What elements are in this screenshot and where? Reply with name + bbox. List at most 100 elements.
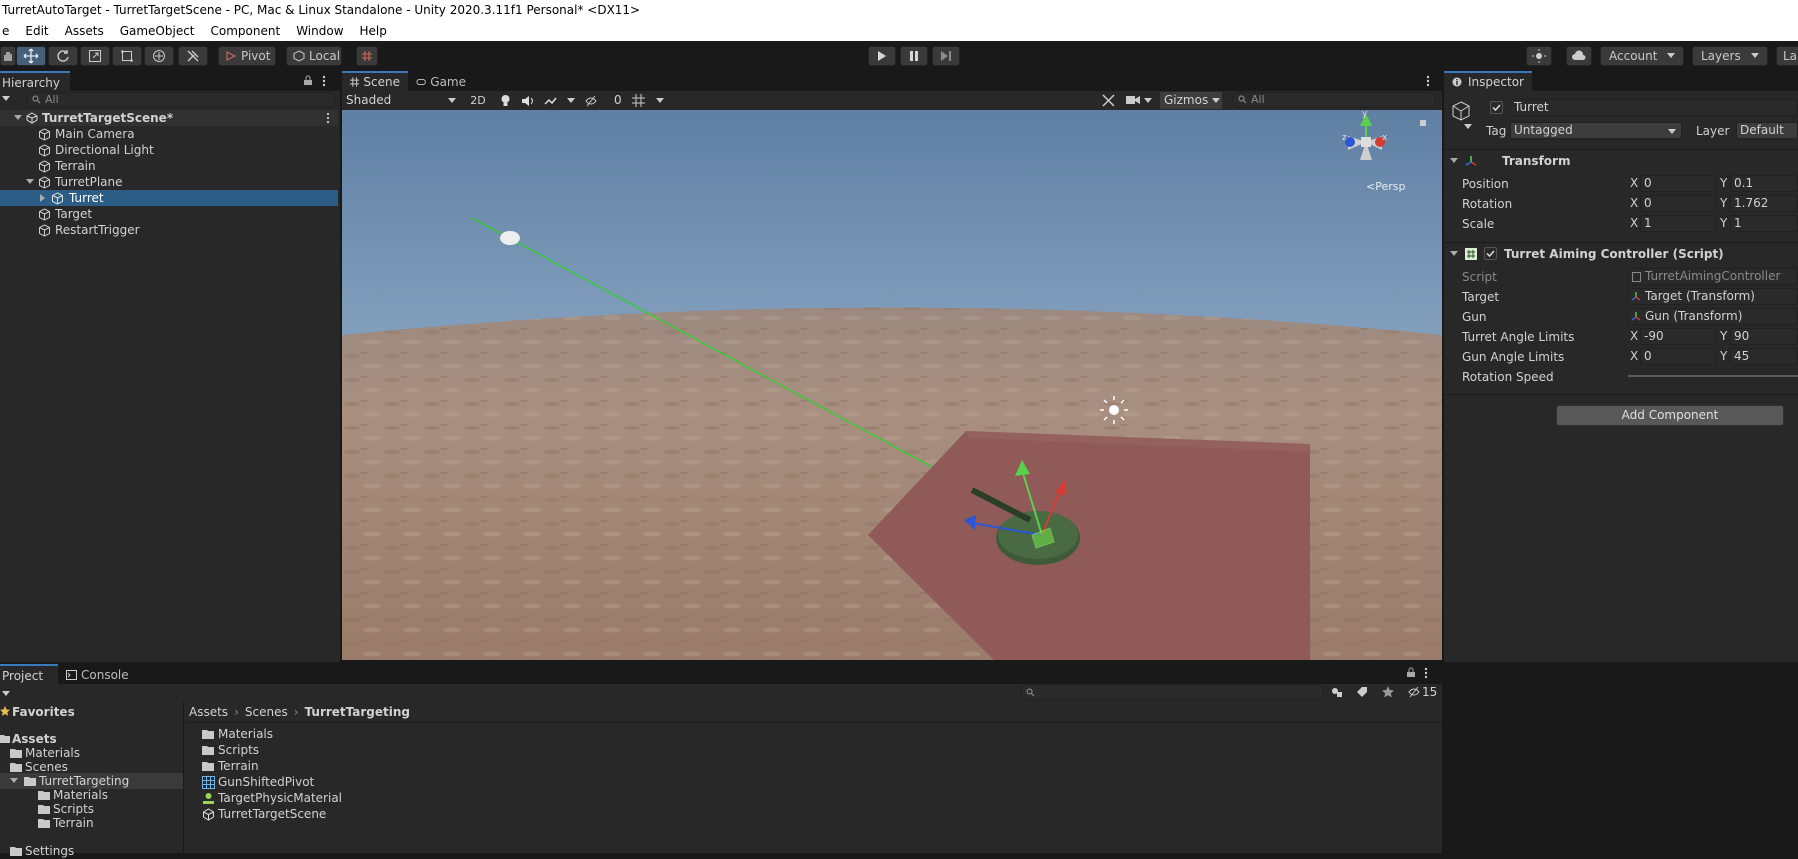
tools-icon[interactable] — [1102, 94, 1116, 107]
scene-search-input[interactable]: All — [1232, 92, 1436, 108]
effects-icon[interactable] — [544, 95, 557, 107]
scene-menu-icon[interactable] — [326, 112, 330, 124]
hidden-eye-icon[interactable] — [585, 95, 597, 107]
gun-limits-y-field[interactable]: 45 — [1730, 348, 1798, 365]
transform-header[interactable]: Transform — [1444, 149, 1798, 171]
grid-snap-button[interactable] — [356, 46, 378, 66]
script-enabled-checkbox[interactable] — [1484, 247, 1497, 260]
hierarchy-search-input[interactable]: All — [26, 92, 336, 108]
scale-y-field[interactable]: 1 — [1730, 215, 1798, 232]
gizmo-lock-icon[interactable] — [1420, 120, 1426, 126]
foldout-arrow-icon[interactable] — [1450, 158, 1458, 164]
step-button[interactable] — [932, 46, 960, 66]
hierarchy-item-terrain[interactable]: Terrain — [0, 158, 338, 174]
lighting-bulb-icon[interactable] — [500, 94, 511, 107]
foldout-arrow-icon[interactable] — [1450, 251, 1458, 257]
rotation-x-field[interactable]: 0 — [1640, 195, 1716, 212]
more-menu-icon[interactable] — [1424, 667, 1428, 679]
breadcrumb-assets[interactable]: Assets — [189, 705, 228, 719]
hand-tool-button[interactable] — [0, 46, 16, 66]
more-menu-icon[interactable] — [1426, 75, 1430, 87]
play-button[interactable] — [868, 46, 896, 66]
hierarchy-item-target[interactable]: Target — [0, 206, 338, 222]
camera-icon[interactable] — [1126, 95, 1140, 105]
lock-icon[interactable] — [303, 75, 313, 86]
turret-limits-y-field[interactable]: 90 — [1730, 328, 1798, 345]
audio-speaker-icon[interactable] — [521, 95, 534, 107]
custom-tool-button[interactable] — [178, 46, 208, 66]
rotation-speed-slider[interactable] — [1628, 375, 1798, 377]
hidden-packages-eye-icon[interactable] — [1408, 686, 1420, 698]
icon-dropdown-chevron-icon[interactable] — [1464, 124, 1472, 130]
chevron-down-icon[interactable] — [1212, 98, 1220, 104]
target-reference-field[interactable]: Target (Transform) — [1628, 288, 1798, 305]
collapsed-arrow-icon[interactable] — [40, 194, 46, 202]
local-toggle[interactable]: Local — [286, 46, 342, 66]
create-dropdown-icon[interactable] — [2, 691, 10, 697]
gun-limits-x-field[interactable]: 0 — [1640, 348, 1716, 365]
rotation-y-field[interactable]: 1.762 — [1730, 195, 1798, 212]
menu-edit[interactable]: Edit — [25, 24, 48, 38]
menu-component[interactable]: Component — [211, 24, 281, 38]
expand-arrow-icon[interactable] — [10, 778, 18, 784]
cloud-button[interactable] — [1566, 46, 1592, 66]
object-name-field[interactable]: Turret — [1510, 99, 1798, 116]
tab-console[interactable]: Console — [58, 664, 144, 684]
position-y-field[interactable]: 0.1 — [1730, 175, 1798, 192]
script-component-header[interactable]: Turret Aiming Controller (Script) — [1444, 242, 1798, 264]
menu-gameobject[interactable]: GameObject — [120, 24, 195, 38]
expand-arrow-icon[interactable] — [14, 115, 22, 121]
account-dropdown[interactable]: Account — [1600, 46, 1684, 66]
expand-arrow-icon[interactable] — [26, 179, 34, 185]
gun-reference-field[interactable]: Gun (Transform) — [1628, 308, 1798, 325]
more-menu-icon[interactable] — [322, 75, 326, 87]
rect-tool-button[interactable] — [112, 46, 142, 66]
transform-tool-button[interactable] — [144, 46, 174, 66]
hierarchy-item-restarttrigger[interactable]: RestartTrigger — [0, 222, 338, 238]
hierarchy-item-turret[interactable]: Turret — [0, 190, 338, 206]
move-tool-button[interactable] — [16, 46, 46, 66]
turret-limits-x-field[interactable]: -90 — [1640, 328, 1716, 345]
tab-hierarchy[interactable]: Hierarchy — [0, 71, 70, 91]
menu-window[interactable]: Window — [296, 24, 343, 38]
breadcrumb-turrettargeting[interactable]: TurretTargeting — [305, 705, 411, 719]
add-component-button[interactable]: Add Component — [1556, 405, 1784, 426]
chevron-down-icon[interactable] — [567, 97, 575, 104]
chevron-down-icon[interactable] — [1144, 98, 1152, 104]
menu-help[interactable]: Help — [360, 24, 387, 38]
pause-button[interactable] — [900, 46, 928, 66]
hierarchy-item-turretplane[interactable]: TurretPlane — [0, 174, 338, 190]
projection-label[interactable]: <Persp — [1366, 180, 1405, 193]
2d-mode-toggle[interactable]: 2D — [466, 92, 490, 109]
tab-game[interactable]: Game — [408, 71, 474, 91]
hierarchy-item-directional-light[interactable]: Directional Light — [0, 142, 338, 158]
grid-icon[interactable] — [632, 94, 645, 107]
rotate-tool-button[interactable] — [48, 46, 78, 66]
project-search-input[interactable] — [1020, 684, 1324, 700]
tab-scene[interactable]: Scene — [342, 71, 408, 91]
menu-assets[interactable]: Assets — [65, 24, 104, 38]
tab-project[interactable]: Project — [0, 664, 58, 684]
create-dropdown-icon[interactable] — [2, 96, 10, 102]
lock-icon[interactable] — [1406, 667, 1416, 678]
scene-root-row[interactable]: TurretTargetScene* — [0, 110, 338, 126]
active-checkbox[interactable] — [1490, 101, 1503, 114]
hierarchy-item-main-camera[interactable]: Main Camera — [0, 126, 338, 142]
scale-tool-button[interactable] — [80, 46, 110, 66]
chevron-down-icon[interactable] — [656, 98, 664, 104]
menu-file[interactable]: e — [2, 24, 9, 38]
layout-dropdown[interactable]: La — [1776, 46, 1798, 66]
shading-mode-dropdown[interactable]: Shaded — [344, 92, 460, 109]
pivot-toggle[interactable]: Pivot — [218, 46, 276, 66]
scene-viewport[interactable]: y z x <Persp — [342, 110, 1442, 660]
favorite-star-icon[interactable] — [1382, 686, 1394, 698]
filter-by-type-icon[interactable] — [1330, 686, 1343, 698]
collab-button[interactable] — [1526, 46, 1552, 66]
tag-dropdown[interactable]: Untagged — [1510, 122, 1682, 139]
tab-inspector[interactable]: Inspector — [1444, 71, 1532, 91]
breadcrumb-scenes[interactable]: Scenes — [245, 705, 288, 719]
position-x-field[interactable]: 0 — [1640, 175, 1716, 192]
layers-dropdown[interactable]: Layers — [1692, 46, 1768, 66]
layer-dropdown[interactable]: Default — [1736, 122, 1798, 139]
scale-x-field[interactable]: 1 — [1640, 215, 1716, 232]
